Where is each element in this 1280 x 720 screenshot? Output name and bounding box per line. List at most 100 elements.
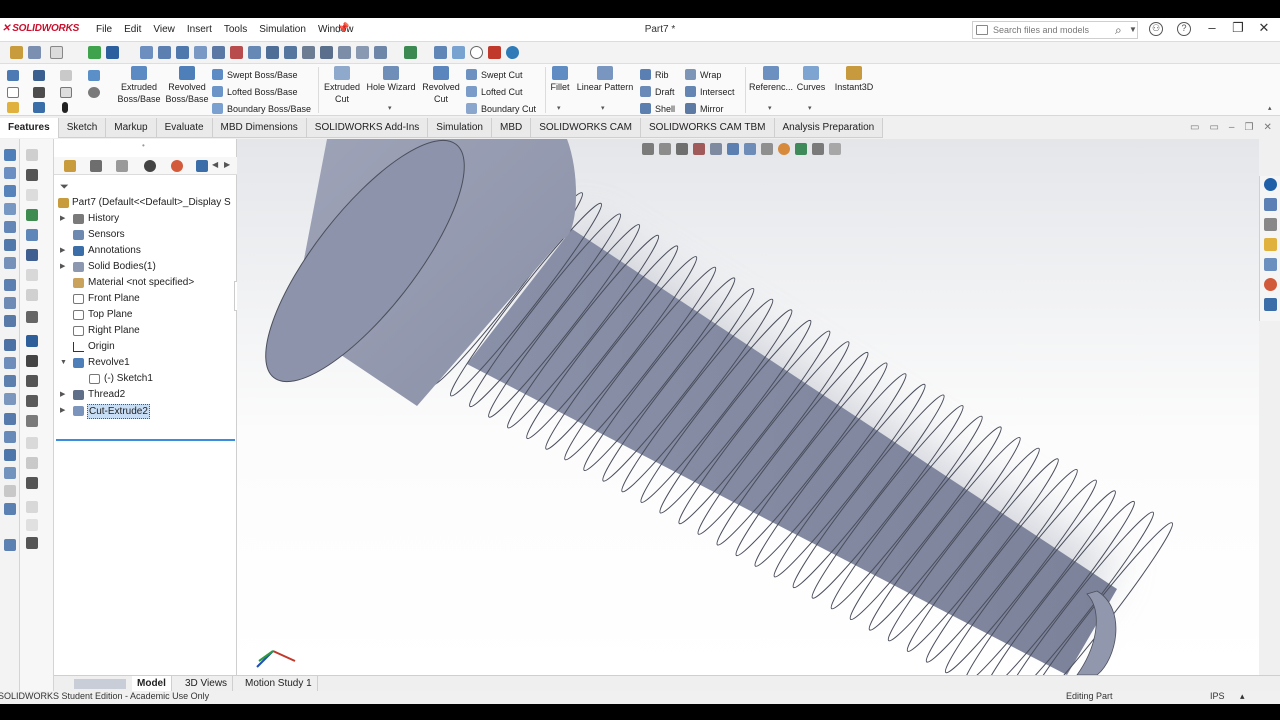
hide-show-icon[interactable]	[761, 143, 773, 155]
draft-button[interactable]: Draft	[640, 86, 675, 97]
split-icon[interactable]	[4, 467, 16, 479]
tab-simulation[interactable]: Simulation	[428, 118, 492, 138]
tree-item-cut-extrude2[interactable]: ▶ Cut-Extrude2	[54, 403, 237, 419]
rollback-bar[interactable]	[56, 439, 235, 441]
chevron-down-icon[interactable]: ▾	[557, 104, 561, 112]
print-icon[interactable]	[33, 87, 45, 98]
expand-arrow-icon[interactable]: ▶	[60, 387, 68, 403]
shell-button[interactable]: Shell	[640, 103, 675, 114]
hole-icon[interactable]	[4, 257, 16, 269]
rebuild-icon[interactable]	[33, 102, 45, 113]
graphics-area[interactable]	[237, 139, 1259, 675]
chevron-down-icon[interactable]: ▾	[808, 104, 812, 112]
tree-item-front-plane[interactable]: Front Plane	[54, 291, 237, 307]
home-icon[interactable]	[7, 70, 19, 81]
home-icon[interactable]	[1264, 198, 1277, 211]
view-orientation-icon[interactable]	[727, 143, 739, 155]
menu-view[interactable]: View	[147, 24, 181, 35]
combine-icon[interactable]	[4, 503, 16, 515]
tree-item-revolve1[interactable]: ▼ Revolve1	[54, 355, 237, 371]
swept-cut-button[interactable]: Swept Cut	[466, 69, 523, 80]
restore-icon[interactable]: ❐	[1244, 122, 1253, 133]
monitor-icon[interactable]	[829, 143, 841, 155]
mirror-icon[interactable]	[4, 339, 16, 351]
tab-evaluate[interactable]: Evaluate	[157, 118, 213, 138]
tab-mbd-dimensions[interactable]: MBD Dimensions	[213, 118, 307, 138]
tab-navigation-icon[interactable]	[74, 679, 126, 689]
edit-appearance-icon[interactable]	[266, 46, 279, 59]
section-view-icon[interactable]	[693, 143, 705, 155]
boundary-icon[interactable]	[4, 221, 16, 233]
sum-icon[interactable]	[284, 46, 297, 59]
expand-arrow-icon[interactable]: ▶	[60, 211, 68, 227]
annotation-icon[interactable]	[26, 395, 38, 407]
chevron-down-icon[interactable]: ▾	[601, 104, 605, 112]
layer-icon[interactable]	[26, 375, 38, 387]
previous-view-icon[interactable]	[676, 143, 688, 155]
chevron-down-icon[interactable]: ▼	[1129, 25, 1137, 34]
tree-item-sensors[interactable]: Sensors	[54, 227, 237, 243]
custom-properties-icon[interactable]	[1264, 298, 1277, 311]
tab-motion-study-1[interactable]: Motion Study 1	[240, 676, 318, 692]
pan-icon[interactable]	[26, 189, 38, 201]
reference-icon[interactable]	[338, 46, 351, 59]
tree-item-thread2[interactable]: ▶ Thread2	[54, 387, 237, 403]
rotate-icon[interactable]	[176, 46, 189, 59]
options-icon[interactable]	[28, 46, 41, 59]
chevron-up-icon[interactable]: ▴	[1268, 104, 1272, 112]
restore-button[interactable]: ❐	[1228, 20, 1248, 36]
bolt-3d-model[interactable]	[237, 139, 1259, 675]
extrude-icon[interactable]	[4, 149, 16, 161]
help-icon[interactable]: ?	[1177, 22, 1191, 36]
new-document-icon[interactable]	[7, 87, 19, 98]
search-icon[interactable]	[26, 415, 38, 427]
section-icon[interactable]	[212, 46, 225, 59]
chevron-right-icon[interactable]: ▶	[224, 160, 236, 172]
check-icon[interactable]	[404, 46, 417, 59]
sweep-icon[interactable]	[4, 185, 16, 197]
feature-tree-tab-icon[interactable]	[64, 160, 76, 172]
rotate-icon[interactable]	[26, 169, 38, 181]
revolved-cut-button[interactable]: Revolved Cut	[420, 66, 462, 105]
pointer-icon[interactable]	[26, 149, 38, 161]
pin-icon[interactable]: 📌	[337, 23, 349, 34]
plane-icon[interactable]	[374, 46, 387, 59]
fillet-button[interactable]: Fillet	[548, 66, 572, 93]
curve-icon[interactable]	[26, 355, 38, 367]
collapse-arrow-icon[interactable]: ▼	[60, 355, 68, 371]
image-icon[interactable]	[26, 477, 38, 489]
close-button[interactable]: ✕	[1254, 20, 1274, 36]
fillet-icon[interactable]	[4, 279, 16, 291]
tab-markup[interactable]: Markup	[106, 118, 157, 138]
boundary-boss-button[interactable]: Boundary Boss/Base	[212, 103, 311, 114]
menu-file[interactable]: File	[90, 24, 118, 35]
instant3d-button[interactable]: Instant3D	[832, 66, 876, 93]
tab-mbd[interactable]: MBD	[492, 118, 532, 138]
wrap-icon[interactable]	[4, 393, 16, 405]
apply-scene-icon[interactable]	[795, 143, 807, 155]
mass-icon[interactable]	[320, 46, 333, 59]
expand-arrow-icon[interactable]: ▶	[60, 259, 68, 275]
boundary-cut-button[interactable]: Boundary Cut	[466, 103, 536, 114]
tile-icon[interactable]: ▭	[1209, 122, 1218, 133]
edit-appearance-icon[interactable]	[778, 143, 790, 155]
tree-item-material[interactable]: Material <not specified>	[54, 275, 237, 291]
expand-arrow-icon[interactable]: ▶	[60, 403, 68, 419]
measure-icon[interactable]	[26, 311, 38, 323]
design-library-icon[interactable]	[1264, 218, 1277, 231]
tree-item-top-plane[interactable]: Top Plane	[54, 307, 237, 323]
rib-icon[interactable]	[4, 375, 16, 387]
chamfer-icon[interactable]	[4, 297, 16, 309]
clock-icon[interactable]	[470, 46, 483, 59]
menu-tools[interactable]: Tools	[218, 24, 253, 35]
dotted-icon[interactable]	[26, 289, 38, 301]
add-icon[interactable]	[506, 46, 519, 59]
tree-item-origin[interactable]: Origin	[54, 339, 237, 355]
extruded-boss-button[interactable]: Extruded Boss/Base	[116, 66, 162, 105]
dimxpert-tab-icon[interactable]	[144, 160, 156, 172]
tab-features[interactable]: Features	[0, 118, 59, 138]
tab-solidworks-cam[interactable]: SOLIDWORKS CAM	[531, 118, 642, 138]
filter-icon[interactable]: ⏷	[60, 181, 69, 194]
tree-item-solid-bodies[interactable]: ▶ Solid Bodies(1)	[54, 259, 237, 275]
status-units[interactable]: IPS	[1210, 691, 1225, 701]
